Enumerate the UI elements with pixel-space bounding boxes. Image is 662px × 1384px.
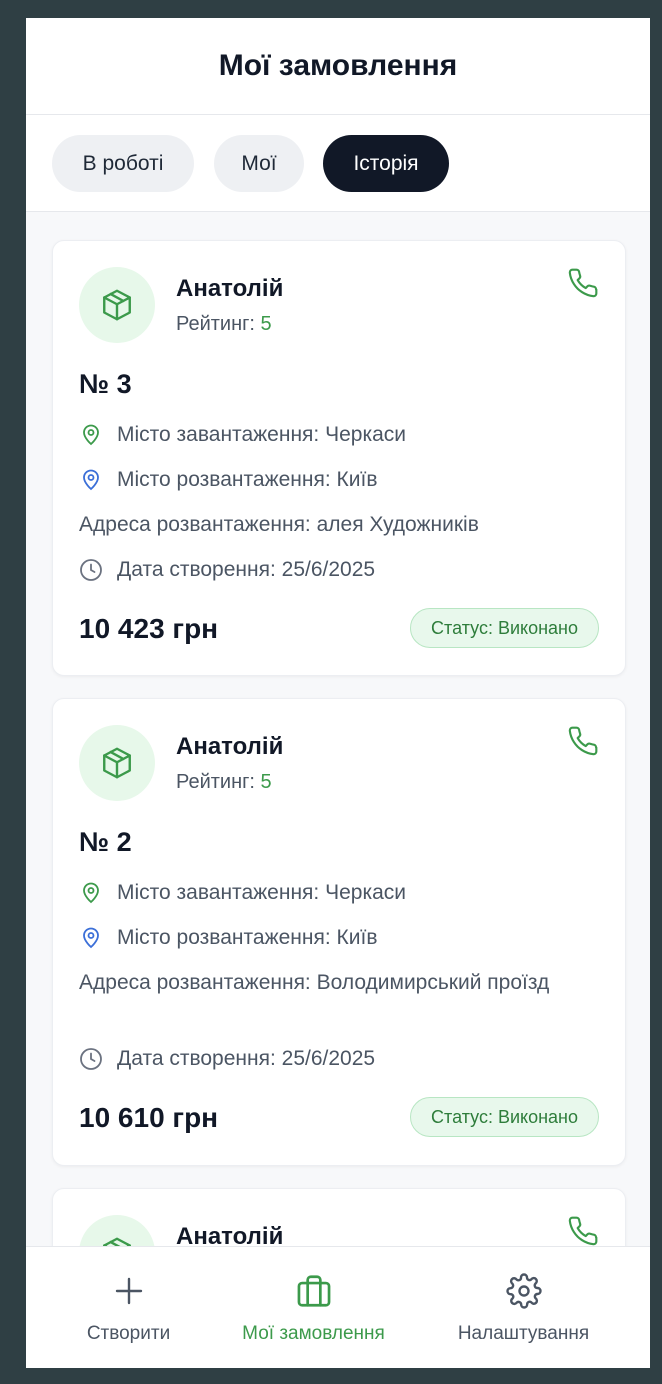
map-pin-icon	[79, 926, 103, 950]
unloading-address: Адреса розвантаження: Володимирський про…	[79, 971, 550, 994]
map-pin-icon	[79, 423, 103, 447]
nav-settings[interactable]: Налаштування	[446, 1247, 601, 1368]
tab-in-progress[interactable]: В роботі	[52, 135, 194, 192]
nav-create[interactable]: Створити	[66, 1247, 191, 1368]
avatar	[79, 725, 155, 801]
phone-icon[interactable]	[567, 1215, 599, 1247]
status-badge: Статус: Виконано	[410, 1097, 599, 1137]
package-icon	[103, 747, 131, 779]
phone-icon[interactable]	[567, 725, 599, 757]
created-date-row: Дата створення: 25/6/2025	[79, 1047, 375, 1071]
unloading-city: Місто розвантаження: Київ	[117, 468, 378, 491]
clock-icon	[79, 558, 103, 582]
bottom-navigation: Створити Мої замовлення Налаштування	[26, 1246, 650, 1368]
rating-value: 5	[260, 313, 272, 335]
unloading-address: Адреса розвантаження: алея Художників	[79, 513, 479, 536]
gear-icon	[504, 1271, 544, 1311]
driver-name: Анатолій	[176, 733, 284, 760]
package-icon	[103, 289, 131, 321]
nav-settings-label: Налаштування	[457, 1323, 590, 1344]
created-date-row: Дата створення: 25/6/2025	[79, 558, 375, 582]
avatar	[79, 267, 155, 343]
unloading-city-row: Місто розвантаження: Київ	[79, 468, 377, 492]
unloading-city: Місто розвантаження: Київ	[117, 926, 378, 949]
loading-city-row: Місто завантаження: Черкаси	[79, 881, 406, 905]
rating-label: Рейтинг:	[176, 313, 255, 335]
order-card[interactable]: Анатолій Рейтинг: 5 № 2 Місто завантажен…	[52, 698, 626, 1166]
clock-icon	[79, 1047, 103, 1071]
order-price: 10 423 грн	[79, 613, 219, 644]
nav-my-orders-label: Мої замовлення	[242, 1323, 385, 1344]
unloading-city-row: Місто розвантаження: Київ	[79, 926, 377, 950]
phone-icon[interactable]	[567, 267, 599, 299]
map-pin-icon	[79, 881, 103, 905]
created-date: Дата створення: 25/6/2025	[117, 558, 376, 581]
app-screen: Мої замовлення В роботі Мої Історія Анат…	[26, 18, 650, 1368]
page-title: Мої замовлення	[218, 49, 458, 82]
rating-label: Рейтинг:	[176, 771, 255, 793]
plus-icon	[109, 1271, 149, 1311]
order-number: № 3	[79, 369, 132, 399]
nav-create-label: Створити	[86, 1323, 171, 1344]
loading-city-row: Місто завантаження: Черкаси	[79, 423, 406, 447]
status-badge: Статус: Виконано	[410, 608, 599, 648]
loading-city: Місто завантаження: Черкаси	[117, 881, 406, 904]
briefcase-icon	[294, 1271, 334, 1311]
tab-history[interactable]: Історія	[323, 135, 449, 192]
page-header: Мої замовлення	[26, 18, 650, 115]
map-pin-icon	[79, 468, 103, 492]
created-date: Дата створення: 25/6/2025	[117, 1047, 376, 1070]
tab-bar: В роботі Мої Історія	[26, 115, 650, 212]
tab-mine[interactable]: Мої	[214, 135, 304, 192]
order-price: 10 610 грн	[79, 1102, 219, 1133]
order-number: № 2	[79, 827, 132, 857]
driver-rating: Рейтинг: 5	[176, 771, 272, 794]
rating-value: 5	[260, 771, 272, 793]
order-card[interactable]: Анатолій Рейтинг: 5 № 3 Місто завантажен…	[52, 240, 626, 676]
driver-rating: Рейтинг: 5	[176, 313, 272, 336]
driver-name: Анатолій	[176, 275, 284, 302]
loading-city: Місто завантаження: Черкаси	[117, 423, 406, 446]
nav-my-orders[interactable]: Мої замовлення	[226, 1247, 401, 1368]
